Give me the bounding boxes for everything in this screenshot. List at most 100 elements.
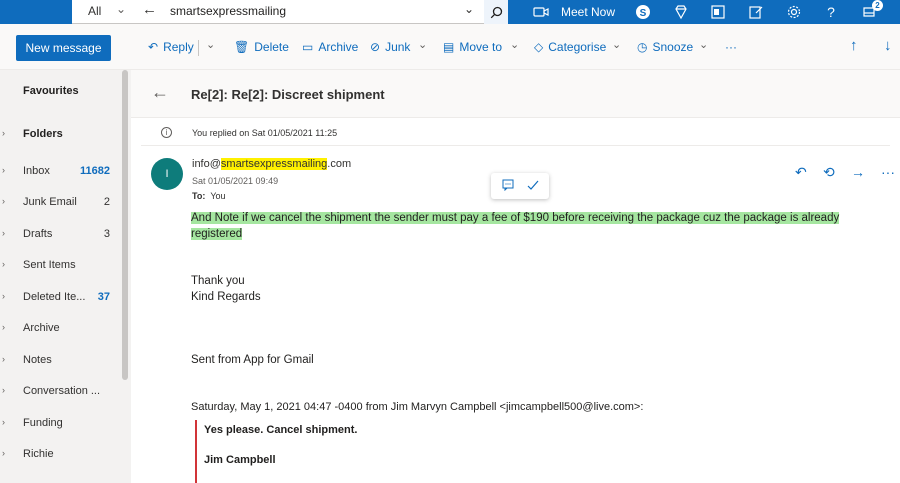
arrow-up-icon[interactable]: ↑ <box>850 37 858 54</box>
folder-pane-scrollbar[interactable] <box>122 70 128 380</box>
video-camera-icon[interactable] <box>533 4 549 20</box>
search-input[interactable]: smartsexpressmailing <box>170 4 286 18</box>
help-icon[interactable]: ? <box>822 3 840 21</box>
arrow-down-icon[interactable]: ↓ <box>884 37 892 54</box>
sidebar-item-conversation[interactable]: › Conversation ... <box>0 381 120 401</box>
search-scope[interactable]: All <box>88 4 101 18</box>
office-icon[interactable] <box>709 3 727 21</box>
chevron-right-icon: › <box>2 448 5 458</box>
folders-heading[interactable]: Folders <box>23 128 63 140</box>
chevron-right-icon: › <box>2 291 5 301</box>
app-launcher-area <box>0 0 72 24</box>
chevron-down-icon[interactable]: ⌄ <box>464 2 474 16</box>
search-icon[interactable] <box>484 0 508 24</box>
info-icon: i <box>161 127 172 138</box>
skype-icon[interactable]: S <box>634 3 652 21</box>
snooze-button[interactable]: ◷ Snooze <box>637 40 693 54</box>
conversation-header: ← Re[2]: Re[2]: Discreet shipment <box>131 70 900 118</box>
archive-icon: ▭ <box>302 40 314 54</box>
delete-button[interactable]: 🗑 Delete <box>234 40 289 54</box>
reply-icon: ↶ <box>148 40 159 54</box>
reply-button[interactable]: ↶ Reply <box>148 40 194 54</box>
forward-icon[interactable]: → <box>851 164 865 180</box>
chevron-down-icon[interactable]: ⌄ <box>699 38 708 51</box>
chevron-right-icon: › <box>2 322 5 332</box>
command-toolbar: New message ↶ Reply ⌄ 🗑 Delete ▭ Archive… <box>0 24 900 70</box>
quote-bar <box>195 420 197 483</box>
message-date: Sat 01/05/2021 09:49 <box>192 176 279 186</box>
chevron-down-icon[interactable]: ⌄ <box>418 38 427 51</box>
block-icon: ⊘ <box>370 40 381 54</box>
categorise-button[interactable]: ◇ Categorise <box>534 40 606 54</box>
clock-icon: ◷ <box>637 40 648 54</box>
quoted-signature: Jim Campbell <box>204 454 276 466</box>
sidebar-item-drafts[interactable]: › Drafts 3 <box>0 224 120 244</box>
unread-count: 37 <box>97 291 110 303</box>
sender-address[interactable]: info@smartsexpressmailing.com <box>192 158 351 170</box>
compose-icon[interactable] <box>747 3 765 21</box>
folder-pane: Favourites › Folders › Inbox 11682 › Jun… <box>0 70 131 483</box>
new-message-button[interactable]: New message <box>16 35 111 61</box>
divider <box>198 40 199 56</box>
recipient-name[interactable]: You <box>210 191 225 201</box>
chevron-right-icon: › <box>2 417 5 427</box>
more-actions-button[interactable]: ··· <box>725 40 737 54</box>
svg-text:S: S <box>640 8 647 19</box>
back-arrow-icon[interactable]: ← <box>151 82 169 103</box>
sidebar-item-junk[interactable]: › Junk Email 2 <box>0 192 120 212</box>
comment-icon[interactable] <box>502 179 514 194</box>
quick-actions-popup <box>491 173 549 199</box>
sidebar-item-deleted[interactable]: › Deleted Ite... 37 <box>0 287 120 307</box>
search-box[interactable]: All ⌄ ← smartsexpressmailing ⌄ <box>72 0 508 24</box>
reading-pane: ← Re[2]: Re[2]: Discreet shipment i You … <box>131 70 900 483</box>
quoted-message-header: Saturday, May 1, 2021 04:47 -0400 from J… <box>191 401 644 413</box>
chevron-right-icon: › <box>2 228 5 238</box>
thanks-line: Thank you <box>191 275 245 287</box>
chevron-right-icon: › <box>2 385 5 395</box>
message-subject: Re[2]: Re[2]: Discreet shipment <box>191 87 385 102</box>
archive-button[interactable]: ▭ Archive <box>302 40 358 54</box>
chevron-down-icon[interactable]: ⌄ <box>510 38 519 51</box>
top-bar: All ⌄ ← smartsexpressmailing ⌄ Meet Now … <box>0 0 900 24</box>
gear-icon[interactable] <box>785 3 803 21</box>
avatar[interactable]: I <box>151 158 183 190</box>
sidebar-item-archive[interactable]: › Archive <box>0 318 120 338</box>
sidebar-item-notes[interactable]: › Notes <box>0 350 120 370</box>
trash-icon: 🗑 <box>234 40 250 54</box>
replied-notice: You replied on Sat 01/05/2021 11:25 <box>192 128 338 138</box>
quoted-line: Yes please. Cancel shipment. <box>204 424 358 436</box>
chevron-down-icon[interactable]: ⌄ <box>116 2 126 16</box>
mark-read-icon[interactable] <box>527 179 539 194</box>
sidebar-item-sent[interactable]: › Sent Items <box>0 255 120 275</box>
reply-icon[interactable]: ↶ <box>795 164 807 181</box>
tag-icon: ◇ <box>534 40 544 54</box>
favourites-heading[interactable]: Favourites <box>23 85 79 97</box>
reply-all-icon[interactable]: ⟲ <box>823 164 835 181</box>
signature-line: Sent from App for Gmail <box>191 354 314 366</box>
message-body-highlight: And Note if we cancel the shipment the s… <box>191 212 840 240</box>
item-count: 3 <box>103 228 110 240</box>
sidebar-item-funding[interactable]: › Funding <box>0 413 120 433</box>
unread-count: 11682 <box>80 165 110 177</box>
search-highlight: smartsexpressmailing <box>220 158 328 170</box>
meet-now-button[interactable]: Meet Now <box>561 5 615 19</box>
folder-move-icon: ▤ <box>443 40 455 54</box>
more-actions-icon[interactable]: ··· <box>881 164 895 180</box>
junk-button[interactable]: ⊘ Junk <box>370 40 410 54</box>
notification-badge: 2 <box>872 0 883 11</box>
chevron-down-icon[interactable]: ⌄ <box>206 38 215 51</box>
sidebar-item-inbox[interactable]: › Inbox 11682 <box>0 161 120 181</box>
back-arrow-icon[interactable]: ← <box>142 1 157 18</box>
chevron-right-icon: › <box>2 196 5 206</box>
diamond-icon[interactable] <box>672 3 690 21</box>
replied-notice-bar: i You replied on Sat 01/05/2021 11:25 <box>141 118 890 146</box>
item-count: 2 <box>103 196 110 208</box>
sidebar-item-richie[interactable]: › Richie <box>0 444 120 464</box>
move-to-button[interactable]: ▤ Move to <box>443 40 502 54</box>
regards-line: Kind Regards <box>191 291 261 303</box>
chevron-right-icon: › <box>2 165 5 175</box>
chevron-right-icon: › <box>2 354 5 364</box>
chevron-right-icon: › <box>2 259 5 269</box>
recipient-line: To: You <box>192 191 226 201</box>
chevron-down-icon[interactable]: ⌄ <box>612 38 621 51</box>
